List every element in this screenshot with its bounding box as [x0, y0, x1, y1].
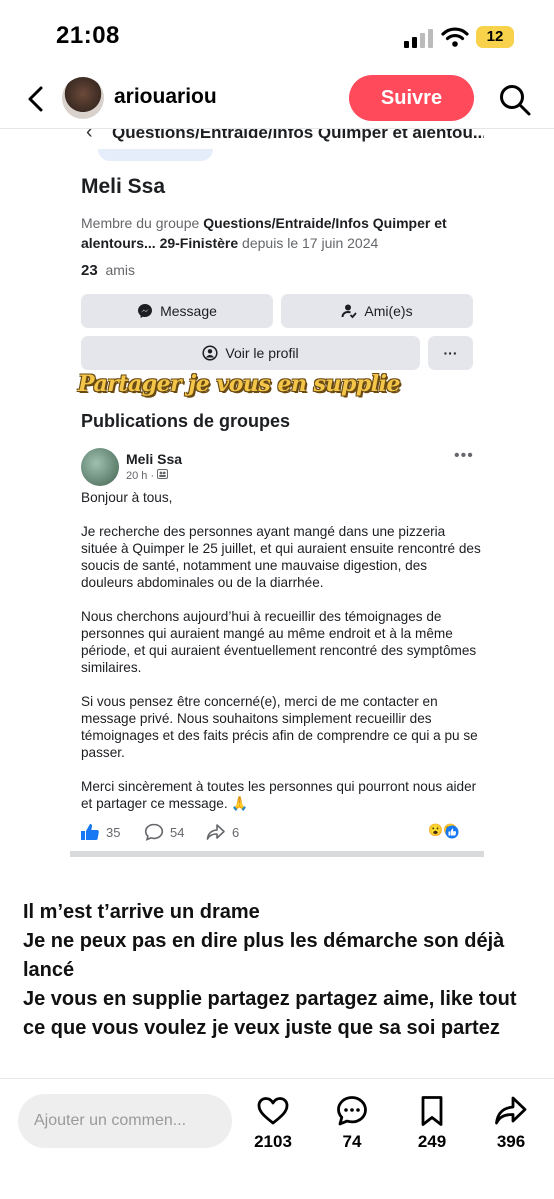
signal-icon [404, 29, 433, 48]
fb-view-profile-button: Voir le profil [81, 336, 420, 370]
share-icon[interactable] [494, 1094, 528, 1128]
like-reaction-icon [445, 825, 459, 839]
fb-back-icon: ‹ [86, 129, 93, 143]
overlay-text: Partager je vous en supplie [78, 371, 400, 397]
comment-input[interactable]: Ajouter un commen... [18, 1094, 232, 1148]
fb-share-count: 6 [206, 823, 239, 841]
fb-post-author: Meli Ssa [126, 451, 183, 467]
search-icon[interactable] [498, 83, 532, 117]
post-caption: Il m’est t’arrive un drame Je ne peux pa… [23, 898, 538, 1043]
bookmark-icon[interactable] [415, 1094, 449, 1128]
follow-button[interactable]: Suivre [349, 75, 474, 121]
caption-line: Je ne peux pas en dire plus les démarche… [23, 930, 505, 981]
back-arrow-icon[interactable] [22, 84, 52, 114]
comment-count: 74 [342, 1132, 362, 1151]
fb-friends-count: 23 amis [81, 262, 136, 279]
fb-message-button: Message [81, 294, 273, 328]
fb-friends-button: Ami(e)s [281, 294, 473, 328]
fb-group-title: Questions/Entraide/Infos Quimper et alen… [112, 129, 484, 142]
like-count: 2103 [254, 1132, 292, 1151]
heart-icon[interactable] [256, 1094, 290, 1128]
fb-post-time: 20 h · [126, 469, 169, 482]
profile-icon [202, 345, 218, 361]
wifi-icon [441, 27, 469, 47]
status-time: 21:08 [56, 22, 120, 49]
fb-post-avatar [81, 448, 119, 486]
group-privacy-icon [157, 469, 169, 479]
fb-tab-indicator [98, 149, 213, 161]
comment-bubble-icon[interactable] [335, 1094, 369, 1128]
messenger-icon [138, 304, 153, 318]
fb-publications-title: Publications de groupes [81, 411, 291, 431]
fb-comment-count: 54 [144, 823, 184, 841]
fb-post-menu-icon: ••• [454, 447, 474, 464]
fb-like-count: 35 [80, 823, 120, 841]
bottom-divider [0, 1078, 554, 1079]
share-arrow-icon [206, 824, 225, 840]
username[interactable]: ariouariou [114, 85, 217, 109]
post-image[interactable]: ‹ Questions/Entraide/Infos Quimper et al… [70, 129, 484, 857]
fb-post-paragraph: Je recherche des personnes ayant mangé d… [81, 524, 481, 590]
fb-profile-name: Meli Ssa [81, 175, 166, 198]
battery-icon: 12 [476, 26, 514, 48]
share-count: 396 [496, 1132, 526, 1151]
caption-line: Il m’est t’arrive un drame [23, 901, 260, 923]
avatar[interactable] [62, 77, 104, 119]
fb-post-body: Bonjour à tous, Je recherche des personn… [81, 489, 481, 829]
fb-post-paragraph: Bonjour à tous, [81, 490, 173, 505]
fb-divider [70, 851, 484, 857]
thumbs-up-icon [81, 824, 99, 840]
fb-more-button: ··· [428, 336, 473, 370]
fb-post-paragraph: Si vous pensez être concerné(e), merci d… [81, 694, 478, 760]
fb-member-info: Membre du groupe Questions/Entraide/Info… [81, 215, 447, 251]
friend-check-icon [341, 304, 358, 319]
save-count: 249 [417, 1132, 447, 1151]
fb-post-paragraph: Nous cherchons aujourd’hui à recueillir … [81, 609, 477, 675]
caption-line: Je vous en supplie partagez partagez aim… [23, 988, 517, 1039]
fb-post-paragraph: Merci sincèrement à toutes les personnes… [81, 779, 477, 811]
comment-icon [144, 823, 164, 841]
